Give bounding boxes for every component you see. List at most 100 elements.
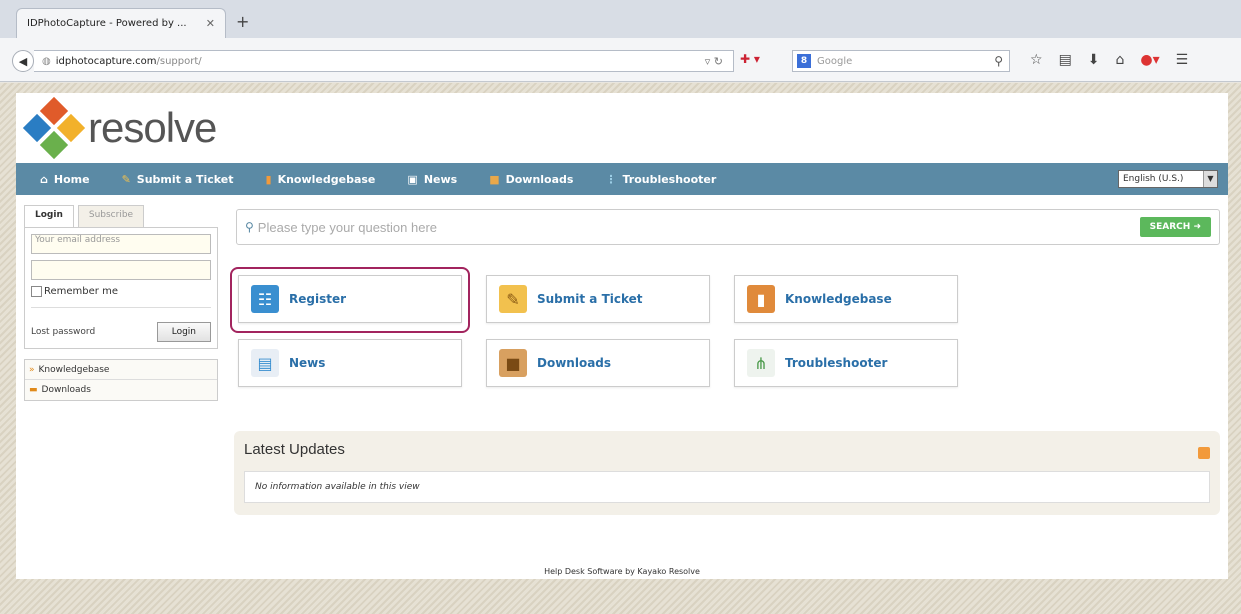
tab-subscribe[interactable]: Subscribe [77,205,145,227]
search-placeholder: Please type your question here [257,219,438,235]
login-form: Your email address Remember me Lost pass… [24,227,218,349]
nav-label: Troubleshooter [622,172,717,186]
resolve-logo[interactable]: resolve [22,96,217,160]
book-icon: ▮ [265,172,272,186]
sidebar-item-label: Knowledgebase [38,364,110,375]
bookmark-star-icon[interactable]: ☆ [1030,52,1043,68]
tile-label: Troubleshooter [785,356,888,370]
ticket-icon: ✎ [499,285,527,313]
arrow-right-icon: ➜ [1193,222,1201,232]
network-icon: ⋔ [747,349,775,377]
browser-tab[interactable]: IDPhotoCapture - Powered by ... ✕ [16,8,226,38]
latest-updates: Latest Updates No information available … [234,431,1220,515]
home-icon[interactable]: ⌂ [1116,52,1125,68]
toolbar-icons: ☆ ▤ ⬇ ⌂ ●▾ ☰ [1030,52,1188,68]
search-icon[interactable]: ⚲ [994,54,1003,68]
knowledgebase-tile[interactable]: ▮ Knowledgebase [734,275,958,323]
remember-me-checkbox[interactable] [31,286,42,297]
home-icon: ⌂ [40,172,48,186]
sidebar-item-knowledgebase[interactable]: » Knowledgebase [25,360,217,380]
register-tile[interactable]: ☷ Register [238,275,462,323]
remember-me: Remember me [31,286,211,308]
support-page: resolve ⌂ Home ✎ Submit a Ticket ▮ Knowledg… [16,93,1228,579]
language-value: English (U.S.) [1123,174,1184,184]
reading-list-icon[interactable]: ▤ [1059,52,1072,68]
sidebar: Login Subscribe Your email address Remem… [24,205,218,401]
logo-text: resolve [88,104,217,151]
nav-submit-ticket[interactable]: ✎ Submit a Ticket [122,173,234,186]
page-background: resolve ⌂ Home ✎ Submit a Ticket ▮ Knowledg… [0,83,1241,614]
browser-search-input[interactable]: 8 Google ⚲ [792,50,1010,72]
browser-tab-bar: IDPhotoCapture - Powered by ... ✕ + [0,0,1241,38]
news-tile[interactable]: ▤ News [238,339,462,387]
tile-label: Submit a Ticket [537,292,643,306]
sidebar-item-downloads[interactable]: ▬ Downloads [25,380,217,400]
language-select[interactable]: English (U.S.) ▼ [1118,170,1218,188]
new-tab-button[interactable]: + [236,12,249,31]
download-icon[interactable]: ⬇ [1088,52,1100,68]
nav-troubleshooter[interactable]: ⋮ Troubleshooter [605,173,716,186]
updates-empty-message: No information available in this view [244,471,1210,503]
box-icon: ■ [489,172,500,186]
search-button-label: SEARCH [1149,222,1191,232]
search-button[interactable]: SEARCH ➜ [1139,217,1211,237]
question-search[interactable]: ⚲ Please type your question here SEARCH … [236,209,1220,245]
nav-label: News [423,172,458,186]
reload-icon[interactable]: ▿ ↻ [705,55,723,68]
arrow-icon: » [29,364,35,375]
login-actions: Lost password Login [31,322,211,342]
nav-label: Submit a Ticket [136,172,234,186]
close-tab-icon[interactable]: ✕ [206,17,215,30]
tile-label: News [289,356,326,370]
google-icon: 8 [797,54,811,68]
tab-login[interactable]: Login [24,205,74,227]
nav-downloads[interactable]: ■ Downloads [489,173,573,186]
menu-icon[interactable]: ☰ [1176,52,1189,68]
address-bar[interactable]: ◍ idphotocapture.com/support/ ▿ ↻ [34,50,734,72]
nav-label: Downloads [505,172,574,186]
tab-title: IDPhotoCapture - Powered by ... [27,18,187,29]
login-tabs: Login Subscribe [24,205,218,227]
back-button[interactable]: ◀ [12,50,34,72]
sidebar-links: » Knowledgebase ▬ Downloads [24,359,218,401]
search-icon: ⚲ [245,220,254,234]
remember-me-label: Remember me [44,286,118,297]
email-field[interactable]: Your email address [31,234,211,254]
chevron-down-icon: ▼ [1203,171,1217,187]
pencil-icon: ✎ [121,172,131,186]
updates-title: Latest Updates [244,441,345,458]
nav-label: Knowledgebase [277,172,376,186]
folder-icon: ▬ [29,385,38,395]
box-icon: ■ [499,349,527,377]
register-icon: ☷ [251,285,279,313]
nav-label: Home [53,172,90,186]
sidebar-item-label: Downloads [41,385,91,395]
rss-icon[interactable] [1198,447,1210,459]
book-icon: ▮ [747,285,775,313]
login-button[interactable]: Login [156,322,211,342]
nav-news[interactable]: ▣ News [407,173,457,186]
tile-label: Knowledgebase [785,292,892,306]
downloads-tile[interactable]: ■ Downloads [486,339,710,387]
submit-ticket-tile[interactable]: ✎ Submit a Ticket [486,275,710,323]
news-icon: ▤ [251,349,279,377]
nav-home[interactable]: ⌂ Home [40,173,90,186]
news-icon: ▣ [407,172,418,186]
troubleshooter-tile[interactable]: ⋔ Troubleshooter [734,339,958,387]
url-path: /support/ [156,55,202,67]
network-icon: ⋮ [605,172,617,186]
addon-icon[interactable]: ✚ ▾ [740,52,760,66]
lost-password-link[interactable]: Lost password [31,327,95,337]
url-host: idphotocapture.com [55,55,157,67]
tile-label: Register [289,292,347,306]
browser-search-placeholder: Google [817,55,853,67]
logo-mark-icon [22,96,86,160]
globe-icon: ◍ [42,55,51,67]
main-navigation: ⌂ Home ✎ Submit a Ticket ▮ Knowledgebase ▣ N… [16,163,1228,195]
tile-label: Downloads [537,356,612,370]
password-field[interactable] [31,260,211,280]
nav-knowledgebase[interactable]: ▮ Knowledgebase [266,173,376,186]
browser-toolbar: ◀ ◍ idphotocapture.com/support/ ▿ ↻ ✚ ▾ … [0,38,1241,82]
adblock-icon[interactable]: ●▾ [1140,52,1159,68]
footer-text[interactable]: Help Desk Software by Kayako Resolve [16,567,1228,576]
